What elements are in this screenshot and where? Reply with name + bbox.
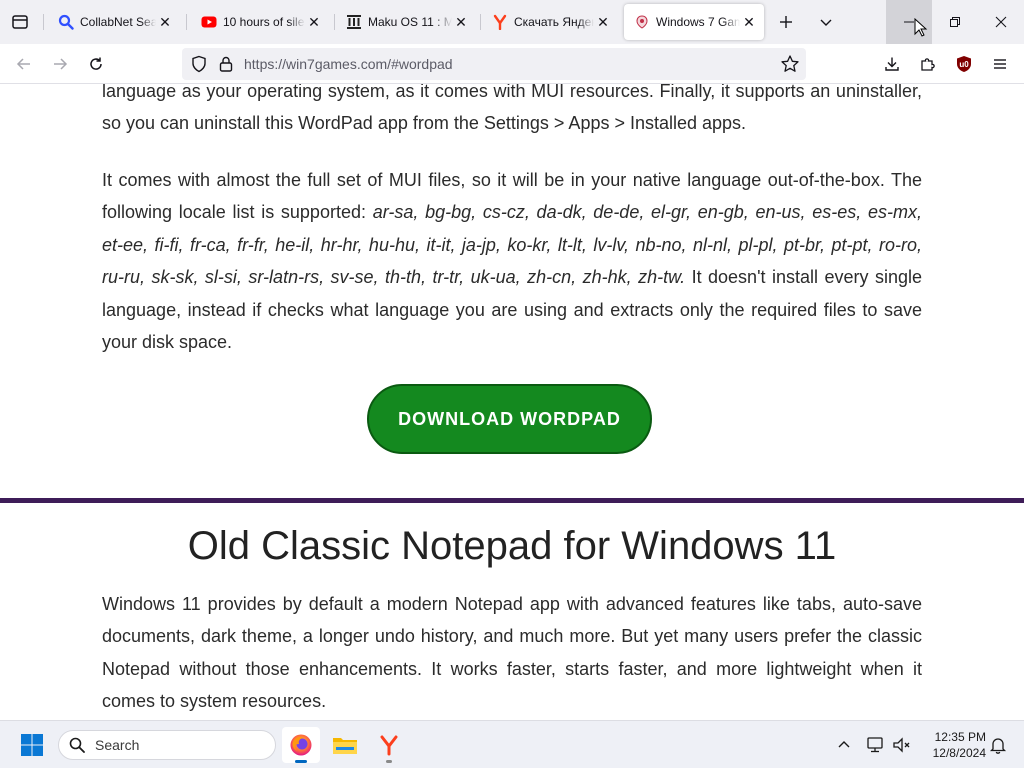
tab-title: CollabNet SearX [80,15,156,29]
volume-button[interactable] [890,733,914,757]
show-hidden-icons-button[interactable] [832,733,856,757]
tab-10-hours-of-silence[interactable]: 10 hours of silence ✕ [191,4,329,40]
start-button[interactable] [12,729,52,761]
running-indicator [386,760,392,763]
tab-separator [43,14,44,30]
address-bar[interactable]: https://win7games.com/#wordpad [182,48,806,80]
system-clock[interactable]: 12:35 PM 12/8/2024 [920,729,986,761]
tab-close-icon[interactable]: ✕ [454,15,468,29]
yandex-browser-icon [380,735,398,756]
firefox-view-button[interactable] [6,8,34,36]
firefox-icon [290,734,312,756]
youtube-icon [201,14,217,30]
clock-time: 12:35 PM [934,730,986,744]
network-icon [867,737,883,753]
taskbar-file-explorer[interactable] [326,727,364,763]
taskbar-firefox[interactable] [282,727,320,763]
extensions-button[interactable] [914,50,942,78]
win7games-icon [634,14,650,30]
clock-date: 12/8/2024 [932,746,986,760]
tab-collabnet-searx[interactable]: CollabNet SearX ✕ [48,4,180,40]
search-icon [69,737,85,753]
url-domain: https://win7games.com/ [244,56,392,72]
network-status-button[interactable] [864,733,888,757]
back-button[interactable] [10,50,38,78]
url-text[interactable]: https://win7games.com/#wordpad [244,56,453,72]
tab-close-icon[interactable]: ✕ [596,15,610,29]
tracking-protection-shield-icon[interactable] [190,55,208,78]
running-indicator [295,760,307,763]
reload-button[interactable] [82,50,110,78]
tab-separator [186,14,187,30]
tab-close-icon[interactable]: ✕ [742,15,756,29]
tab-maku-os-11[interactable]: Maku OS 11 : Microsoft ✕ [336,4,476,40]
taskbar-search-box[interactable]: Search [58,730,276,760]
search-placeholder: Search [95,737,140,753]
taskbar-yandex-browser[interactable] [370,727,408,763]
tab-yandex-download[interactable]: Скачать Яндекс Браузер ✕ [482,4,618,40]
ublock-origin-button[interactable]: u0 [950,50,978,78]
minimize-button[interactable] [886,0,932,44]
firefox-view-icon [12,15,28,29]
arrow-left-icon [16,58,30,70]
list-all-tabs-button[interactable] [812,8,840,36]
windows-logo-icon [21,734,43,756]
tab-strip: CollabNet SearX ✕ 10 hours of silence ✕ … [0,0,1024,44]
lock-icon[interactable] [218,55,234,78]
plus-icon [780,16,792,28]
close-icon [995,16,1007,28]
close-window-button[interactable] [978,0,1024,44]
new-tab-button[interactable] [772,8,800,36]
reload-icon [90,57,102,70]
tab-separator [334,14,335,30]
notepad-paragraph: Windows 11 provides by default a modern … [102,594,922,712]
volume-muted-icon [893,737,910,753]
notifications-button[interactable] [986,733,1010,757]
taskbar: Search 12:35 PM 12/8/2024 [0,720,1024,768]
svg-text:u0: u0 [959,60,969,69]
mui-paragraph: It comes with almost the full set of MUI… [102,164,922,358]
page-content: language as your operating system, as it… [0,84,1024,720]
tab-title: Maku OS 11 : Microsoft [368,15,452,29]
download-wordpad-button[interactable]: DOWNLOAD WORDPAD [367,384,652,454]
section-divider [0,498,1024,503]
forward-button[interactable] [46,50,74,78]
tab-close-icon[interactable]: ✕ [158,15,172,29]
downloads-button[interactable] [878,50,906,78]
file-explorer-icon [333,738,357,754]
ublock-origin-icon: u0 [957,56,971,72]
tab-title: Скачать Яндекс Браузер [514,15,594,29]
yandex-icon [492,14,508,30]
application-menu-button[interactable] [986,50,1014,78]
section-title: Old Classic Notepad for Windows 11 [187,524,837,568]
tab-close-icon[interactable]: ✕ [307,15,321,29]
download-icon [885,57,899,71]
tab-separator [480,14,481,30]
arrow-right-icon [54,58,68,70]
archive-org-icon [346,14,362,30]
chevron-up-icon [838,741,850,748]
bell-icon [989,738,1007,754]
tab-title: Windows 7 Games [656,15,740,29]
chevron-down-icon [820,19,832,26]
search-icon [58,14,74,30]
intro-paragraph: language as your operating system, as it… [102,84,922,134]
bookmark-star-icon[interactable] [780,54,800,79]
tab-title: 10 hours of silence [223,15,305,29]
hamburger-menu-icon [994,59,1006,69]
navigation-toolbar: https://win7games.com/#wordpad u0 [0,44,1024,84]
restore-icon [950,17,960,27]
mouse-cursor-icon [914,18,928,37]
puzzle-piece-icon [921,58,935,71]
url-hash: #wordpad [391,56,453,72]
maximize-button[interactable] [932,0,978,44]
tab-windows-7-games[interactable]: Windows 7 Games ✕ [624,4,764,40]
